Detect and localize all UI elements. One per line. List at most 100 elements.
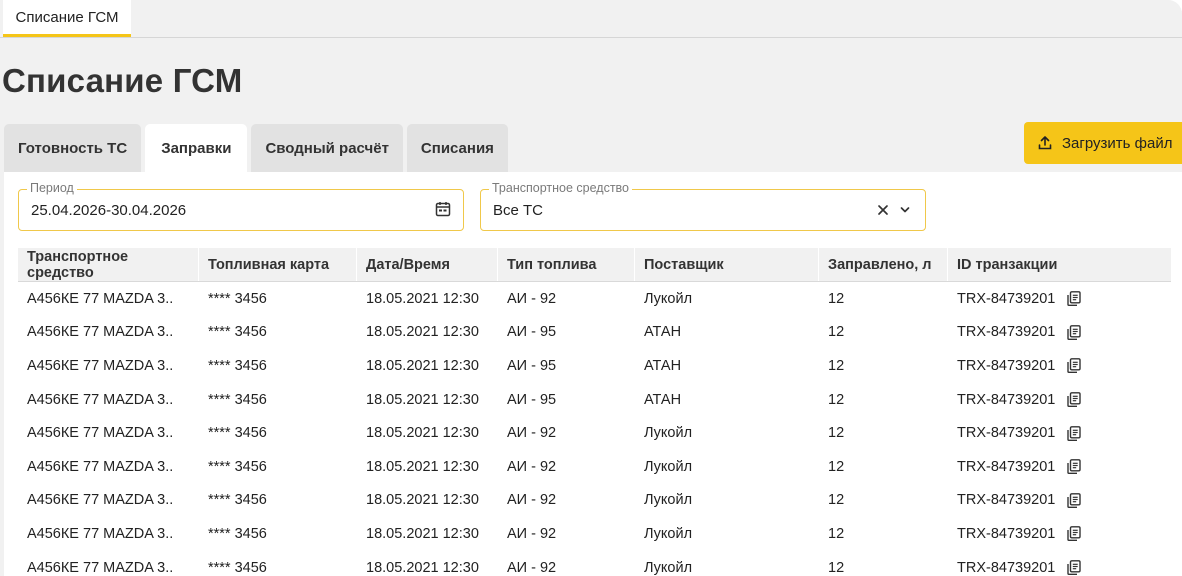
table-row[interactable]: А456КЕ 77 MAZDA 3.. **** 3456 18.05.2021 1… [18, 416, 1171, 450]
cell-fuel-card: **** 3456 [199, 450, 357, 484]
cell-datetime-text: 18.05.2021 12:30 [366, 559, 479, 576]
cell-supplier-text: Лукойл [644, 492, 693, 509]
column-header-fuel-type[interactable]: Тип топлива [498, 248, 635, 281]
copy-icon[interactable] [1067, 358, 1082, 374]
cell-supplier: Лукойл [635, 484, 819, 518]
cell-liters: 12 [819, 416, 948, 450]
cell-supplier-text: АТАН [644, 391, 682, 408]
cell-transaction-id-text: TRX-84739201 [957, 391, 1056, 408]
table-row[interactable]: А456КЕ 77 MAZDA 3.. **** 3456 18.05.2021 1… [18, 450, 1171, 484]
cell-vehicle-text: А456КЕ 77 MAZDA 3.. [27, 492, 174, 509]
cell-liters: 12 [819, 484, 948, 518]
cell-liters-text: 12 [828, 425, 845, 442]
cell-fuel-type: АИ - 92 [498, 416, 635, 450]
tab-writeoffs[interactable]: Списания [406, 124, 508, 172]
column-header-fuel-card[interactable]: Топливная карта [199, 248, 357, 281]
cell-liters: 12 [819, 517, 948, 551]
cell-datetime-text: 18.05.2021 12:30 [366, 425, 479, 442]
copy-icon[interactable] [1067, 291, 1082, 307]
cell-fuel-card-text: **** 3456 [208, 425, 267, 442]
close-icon[interactable] [877, 203, 889, 221]
cell-datetime: 18.05.2021 12:30 [357, 517, 498, 551]
table-row[interactable]: А456КЕ 77 MAZDA 3.. **** 3456 18.05.2021 1… [18, 551, 1171, 576]
cell-datetime-text: 18.05.2021 12:30 [366, 458, 479, 475]
cell-datetime: 18.05.2021 12:30 [357, 551, 498, 576]
cell-transaction-id-text: TRX-84739201 [957, 324, 1056, 341]
cell-fuel-card: **** 3456 [199, 349, 357, 383]
cell-liters: 12 [819, 551, 948, 576]
cell-liters: 12 [819, 349, 948, 383]
app-window: Списание ГСМ Списание ГСМ Готовность ТС … [0, 0, 1182, 576]
refuelings-table: Транспортное средство Топливная карта Да… [18, 248, 1171, 576]
upload-file-button[interactable]: Загрузить файл [1024, 122, 1182, 164]
cell-datetime: 18.05.2021 12:30 [357, 316, 498, 350]
tab-refuelings[interactable]: Заправки [145, 124, 248, 172]
table-row[interactable]: А456КЕ 77 MAZDA 3.. **** 3456 18.05.2021 1… [18, 282, 1171, 316]
cell-transaction-id: TRX-84739201 [948, 316, 1171, 350]
cell-fuel-card: **** 3456 [199, 282, 357, 316]
table-row[interactable]: А456КЕ 77 MAZDA 3.. **** 3456 18.05.2021 1… [18, 484, 1171, 518]
cell-vehicle: А456КЕ 77 MAZDA 3.. [18, 450, 199, 484]
copy-icon[interactable] [1067, 492, 1082, 508]
cell-datetime: 18.05.2021 12:30 [357, 383, 498, 417]
cell-vehicle-text: А456КЕ 77 MAZDA 3.. [27, 391, 174, 408]
column-header-liters[interactable]: Заправлено, л [819, 248, 948, 281]
column-header-datetime[interactable]: Дата/Время [357, 248, 498, 281]
cell-fuel-card: **** 3456 [199, 316, 357, 350]
vehicle-select[interactable]: Транспортное средство Все ТС [480, 181, 926, 231]
cell-supplier-text: Лукойл [644, 290, 693, 307]
page-title: Списание ГСМ [2, 62, 243, 99]
cell-liters-text: 12 [828, 290, 845, 307]
cell-transaction-id: TRX-84739201 [948, 450, 1171, 484]
column-header-supplier[interactable]: Поставщик [635, 248, 819, 281]
cell-fuel-type: АИ - 92 [498, 484, 635, 518]
tab-vehicle-readiness[interactable]: Готовность ТС [4, 124, 142, 172]
copy-icon[interactable] [1067, 425, 1082, 441]
cell-supplier: АТАН [635, 349, 819, 383]
period-label: Период [27, 181, 77, 195]
cell-liters-text: 12 [828, 324, 845, 341]
table-row[interactable]: А456КЕ 77 MAZDA 3.. **** 3456 18.05.2021 1… [18, 517, 1171, 551]
cell-datetime: 18.05.2021 12:30 [357, 416, 498, 450]
tab-summary-calculation[interactable]: Сводный расчёт [251, 124, 403, 172]
copy-icon[interactable] [1067, 392, 1082, 408]
cell-fuel-type: АИ - 95 [498, 349, 635, 383]
period-field[interactable]: Период 25.04.2026-30.04.2026 [18, 181, 464, 231]
cell-fuel-type-text: АИ - 92 [507, 492, 557, 509]
copy-icon[interactable] [1067, 459, 1082, 475]
copy-icon[interactable] [1067, 526, 1082, 542]
cell-liters: 12 [819, 316, 948, 350]
cell-vehicle: А456КЕ 77 MAZDA 3.. [18, 282, 199, 316]
cell-fuel-card-text: **** 3456 [208, 290, 267, 307]
cell-transaction-id-text: TRX-84739201 [957, 425, 1056, 442]
cell-fuel-card-text: **** 3456 [208, 559, 267, 576]
cell-fuel-type-text: АИ - 92 [507, 559, 557, 576]
copy-icon[interactable] [1067, 560, 1082, 576]
table-row[interactable]: А456КЕ 77 MAZDA 3.. **** 3456 18.05.2021 1… [18, 316, 1171, 350]
cell-liters: 12 [819, 450, 948, 484]
cell-vehicle-text: А456КЕ 77 MAZDA 3.. [27, 559, 174, 576]
cell-vehicle: А456КЕ 77 MAZDA 3.. [18, 416, 199, 450]
cell-supplier: Лукойл [635, 551, 819, 576]
cell-fuel-card-text: **** 3456 [208, 492, 267, 509]
table-row[interactable]: А456КЕ 77 MAZDA 3.. **** 3456 18.05.2021 1… [18, 349, 1171, 383]
cell-fuel-type-text: АИ - 92 [507, 290, 557, 307]
cell-supplier-text: АТАН [644, 357, 682, 374]
cell-transaction-id-text: TRX-84739201 [957, 525, 1056, 542]
cell-vehicle-text: А456КЕ 77 MAZDA 3.. [27, 324, 174, 341]
cell-datetime: 18.05.2021 12:30 [357, 349, 498, 383]
cell-vehicle-text: А456КЕ 77 MAZDA 3.. [27, 357, 174, 374]
cell-transaction-id-text: TRX-84739201 [957, 290, 1056, 307]
copy-icon[interactable] [1067, 324, 1082, 340]
tab-label: Заправки [161, 139, 232, 157]
top-tab-fuel-writeoff[interactable]: Списание ГСМ [3, 0, 131, 37]
cell-transaction-id: TRX-84739201 [948, 517, 1171, 551]
cell-vehicle: А456КЕ 77 MAZDA 3.. [18, 383, 199, 417]
top-tab-strip: Списание ГСМ [0, 0, 1182, 38]
cell-fuel-type-text: АИ - 95 [507, 324, 557, 341]
calendar-icon[interactable] [435, 201, 451, 222]
column-header-vehicle[interactable]: Транспортное средство [18, 248, 199, 281]
chevron-down-icon[interactable] [899, 203, 911, 221]
table-row[interactable]: А456КЕ 77 MAZDA 3.. **** 3456 18.05.2021 1… [18, 383, 1171, 417]
column-header-transaction-id[interactable]: ID транзакции [948, 248, 1171, 281]
